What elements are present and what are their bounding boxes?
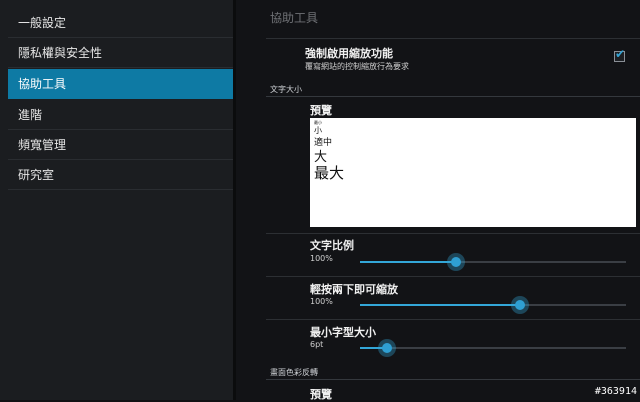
- section-divider: [266, 379, 640, 380]
- preview-sample-largest: 最大: [314, 164, 345, 182]
- sidebar-item-labs[interactable]: 研究室: [8, 160, 233, 190]
- sidebar-item-accessibility[interactable]: 協助工具: [8, 69, 233, 99]
- sidebar-item-general[interactable]: 一般設定: [8, 8, 233, 38]
- settings-sidebar: 一般設定 隱私權與安全性 協助工具 進階 頻寬管理 研究室: [0, 0, 233, 400]
- watermark-id: #363914: [594, 386, 637, 397]
- double-tap-zoom-slider[interactable]: [360, 296, 626, 314]
- settings-detail-pane: 協助工具 強制啟用縮放功能 覆寫網站的控制縮放行為要求 ✔ 文字大小 預覽 最小…: [236, 0, 640, 401]
- sidebar-item-label: 協助工具: [18, 77, 67, 91]
- force-zoom-subtitle: 覆寫網站的控制縮放行為要求: [305, 62, 409, 71]
- section-header-invert-colors: 畫面色彩反轉: [270, 368, 318, 377]
- section-divider: [266, 96, 640, 97]
- min-font-size-value: 6pt: [310, 340, 324, 349]
- sidebar-item-label: 研究室: [18, 168, 55, 182]
- divider: [266, 233, 640, 234]
- sidebar-item-privacy-security[interactable]: 隱私權與安全性: [8, 38, 233, 68]
- text-size-preview: 最小 小 適中 大 最大: [310, 118, 636, 227]
- page-title: 協助工具: [270, 11, 319, 25]
- divider: [266, 319, 640, 320]
- force-zoom-checkbox[interactable]: ✔: [614, 47, 626, 62]
- min-font-size-slider[interactable]: [360, 339, 626, 357]
- sidebar-item-label: 進階: [18, 108, 43, 122]
- preview-title: 預覽: [310, 104, 332, 117]
- sidebar-item-advanced[interactable]: 進階: [8, 100, 233, 130]
- section-header-text-size: 文字大小: [270, 85, 302, 94]
- sidebar-item-label: 隱私權與安全性: [18, 46, 103, 60]
- slider-thumb[interactable]: [378, 339, 396, 357]
- force-zoom-title: 強制啟用縮放功能: [305, 47, 393, 60]
- sidebar-item-label: 一般設定: [18, 16, 67, 30]
- text-scale-value: 100%: [310, 254, 333, 263]
- text-scale-title: 文字比例: [310, 239, 354, 252]
- sidebar-item-bandwidth[interactable]: 頻寬管理: [8, 130, 233, 160]
- text-scale-slider[interactable]: [360, 253, 626, 271]
- divider: [266, 276, 640, 277]
- slider-thumb[interactable]: [447, 253, 465, 271]
- divider: [266, 38, 640, 39]
- min-font-size-title: 最小字型大小: [310, 326, 376, 339]
- slider-thumb[interactable]: [511, 296, 529, 314]
- sidebar-item-label: 頻寬管理: [18, 138, 67, 152]
- checkmark-icon: ✔: [615, 47, 626, 61]
- double-tap-zoom-title: 輕按兩下即可縮放: [310, 283, 398, 296]
- double-tap-zoom-value: 100%: [310, 297, 333, 306]
